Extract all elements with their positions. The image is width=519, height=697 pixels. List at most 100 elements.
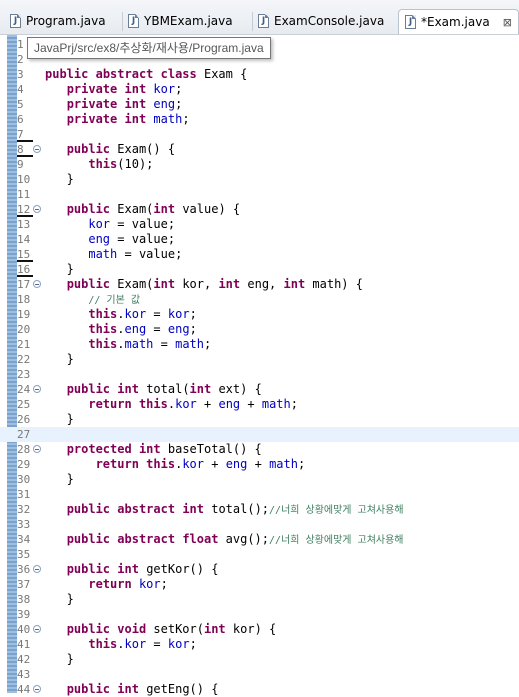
code-line[interactable]: 19 this.kor = kor; [0,307,519,322]
code-line[interactable]: 36 public int getKor() { [0,562,519,577]
fold-collapse-icon[interactable] [33,565,41,573]
line-number: 41 [17,638,31,651]
code-editor[interactable]: 1 2 3 public abstract class Exam {4 private… [0,35,519,696]
line-number: 25 [17,398,31,411]
code-line[interactable]: 21 this.math = math; [0,337,519,352]
code-text: this(10); [88,157,154,171]
code-line[interactable]: 4 private int kor; [0,82,519,97]
code-line[interactable]: 35 [0,547,519,562]
java-file-icon: J [405,15,416,29]
line-number: 26 [17,413,31,426]
fold-collapse-icon[interactable] [33,205,41,213]
code-line[interactable]: 12 public Exam(int value) { [0,202,519,217]
code-line[interactable]: 44 public int getEng() { [0,682,519,697]
tab-label: *Exam.java [421,15,490,29]
fold-collapse-icon[interactable] [33,445,41,453]
code-line[interactable]: 39 [0,607,519,622]
fold-collapse-icon[interactable] [33,625,41,633]
code-line[interactable]: 38 } [0,592,519,607]
code-line[interactable]: 28 protected int baseTotal() { [0,442,519,457]
code-text: public Exam(int value) { [66,202,241,216]
line-number: 5 [17,98,24,111]
fold-collapse-icon[interactable] [33,145,41,153]
code-line[interactable]: 40 public void setKor(int kor) { [0,622,519,637]
code-line[interactable]: 7 [0,127,519,142]
line-number: 29 [17,458,31,471]
code-line[interactable]: 31 [0,487,519,502]
line-number: 43 [17,668,31,681]
line-number: 4 [17,83,24,96]
line-number: 37 [17,578,31,591]
code-text: public Exam(int kor, int eng, int math) … [66,277,363,291]
code-line[interactable]: 42 } [0,652,519,667]
code-line[interactable]: 10 } [0,172,519,187]
fold-collapse-icon[interactable] [33,385,41,393]
java-file-icon: J [128,14,139,28]
code-line[interactable]: 29 return this.kor + eng + math; [0,457,519,472]
line-number: 31 [17,488,31,501]
fold-collapse-icon[interactable] [33,685,41,693]
line-number: 19 [17,308,31,321]
java-file-icon: J [10,14,21,28]
line-number: 30 [17,473,31,486]
code-text: public int getEng() { [66,682,219,696]
code-line[interactable]: 34 public abstract float avg();//너희 상황에맞… [0,532,519,547]
tab-ybmexam-java[interactable]: J YBMExam.java [124,9,252,34]
code-line[interactable]: 3 public abstract class Exam { [0,67,519,82]
code-line[interactable]: 9 this(10); [0,157,519,172]
code-text: } [45,262,74,276]
code-line[interactable]: 24 public int total(int ext) { [0,382,519,397]
line-number: 22 [17,353,31,366]
code-line[interactable]: 37 return kor; [0,577,519,592]
line-number: 33 [17,518,31,531]
code-text: } [45,652,74,666]
code-text: // 기본 값 [88,295,141,306]
line-number: 35 [17,548,31,561]
code-line[interactable]: 13 kor = value; [0,217,519,232]
line-number: 28 [17,443,31,456]
code-line[interactable]: 22 } [0,352,519,367]
line-number: 23 [17,368,31,381]
code-text: eng = value; [88,232,176,246]
code-line[interactable]: 23 [0,367,519,382]
close-tab-icon[interactable]: ⊠ [503,10,512,35]
code-line[interactable]: 32 public abstract int total();//너희 상황에맞… [0,502,519,517]
line-number: 6 [17,113,24,126]
fold-collapse-icon[interactable] [33,280,41,288]
code-line[interactable]: 20 this.eng = eng; [0,322,519,337]
line-number: 21 [17,338,31,351]
code-line[interactable]: 41 this.kor = kor; [0,637,519,652]
code-line[interactable]: 26 } [0,412,519,427]
code-line[interactable]: 30 } [0,472,519,487]
code-line[interactable]: 25 return this.kor + eng + math; [0,397,519,412]
code-text: return this.kor + eng + math; [95,457,306,471]
code-line[interactable]: 18 // 기본 값 [0,292,519,307]
code-line[interactable]: 5 private int eng; [0,97,519,112]
line-number: 10 [17,173,31,186]
code-line[interactable]: 8 public Exam() { [0,142,519,157]
code-line[interactable]: 17 public Exam(int kor, int eng, int mat… [0,277,519,292]
tab-exam-java[interactable]: J *Exam.java ⊠ [398,9,519,34]
code-text: this.math = math; [88,337,212,351]
code-text: public int getKor() { [66,562,219,576]
code-line[interactable]: 14 eng = value; [0,232,519,247]
code-line[interactable]: 33 [0,517,519,532]
tab-label: Program.java [26,14,106,28]
line-number: 34 [17,533,31,546]
code-text: private int eng; [66,97,183,111]
code-line[interactable]: 27 [0,427,519,442]
code-line[interactable]: 43 [0,667,519,682]
code-text: return this.kor + eng + math; [88,397,298,411]
code-line[interactable]: 15 math = value; [0,247,519,262]
line-number: 27 [17,428,31,441]
tab-program-java[interactable]: J Program.java [6,9,122,34]
tab-separator [252,12,253,31]
code-line[interactable]: 16 } [0,262,519,277]
line-number: 17 [17,278,31,291]
code-text: math = value; [88,247,183,261]
tab-examconsole-java[interactable]: J ExamConsole.java [254,9,396,34]
line-number: 14 [17,233,31,246]
code-line[interactable]: 11 [0,187,519,202]
code-line[interactable]: 6 private int math; [0,112,519,127]
line-number: 9 [17,158,24,171]
